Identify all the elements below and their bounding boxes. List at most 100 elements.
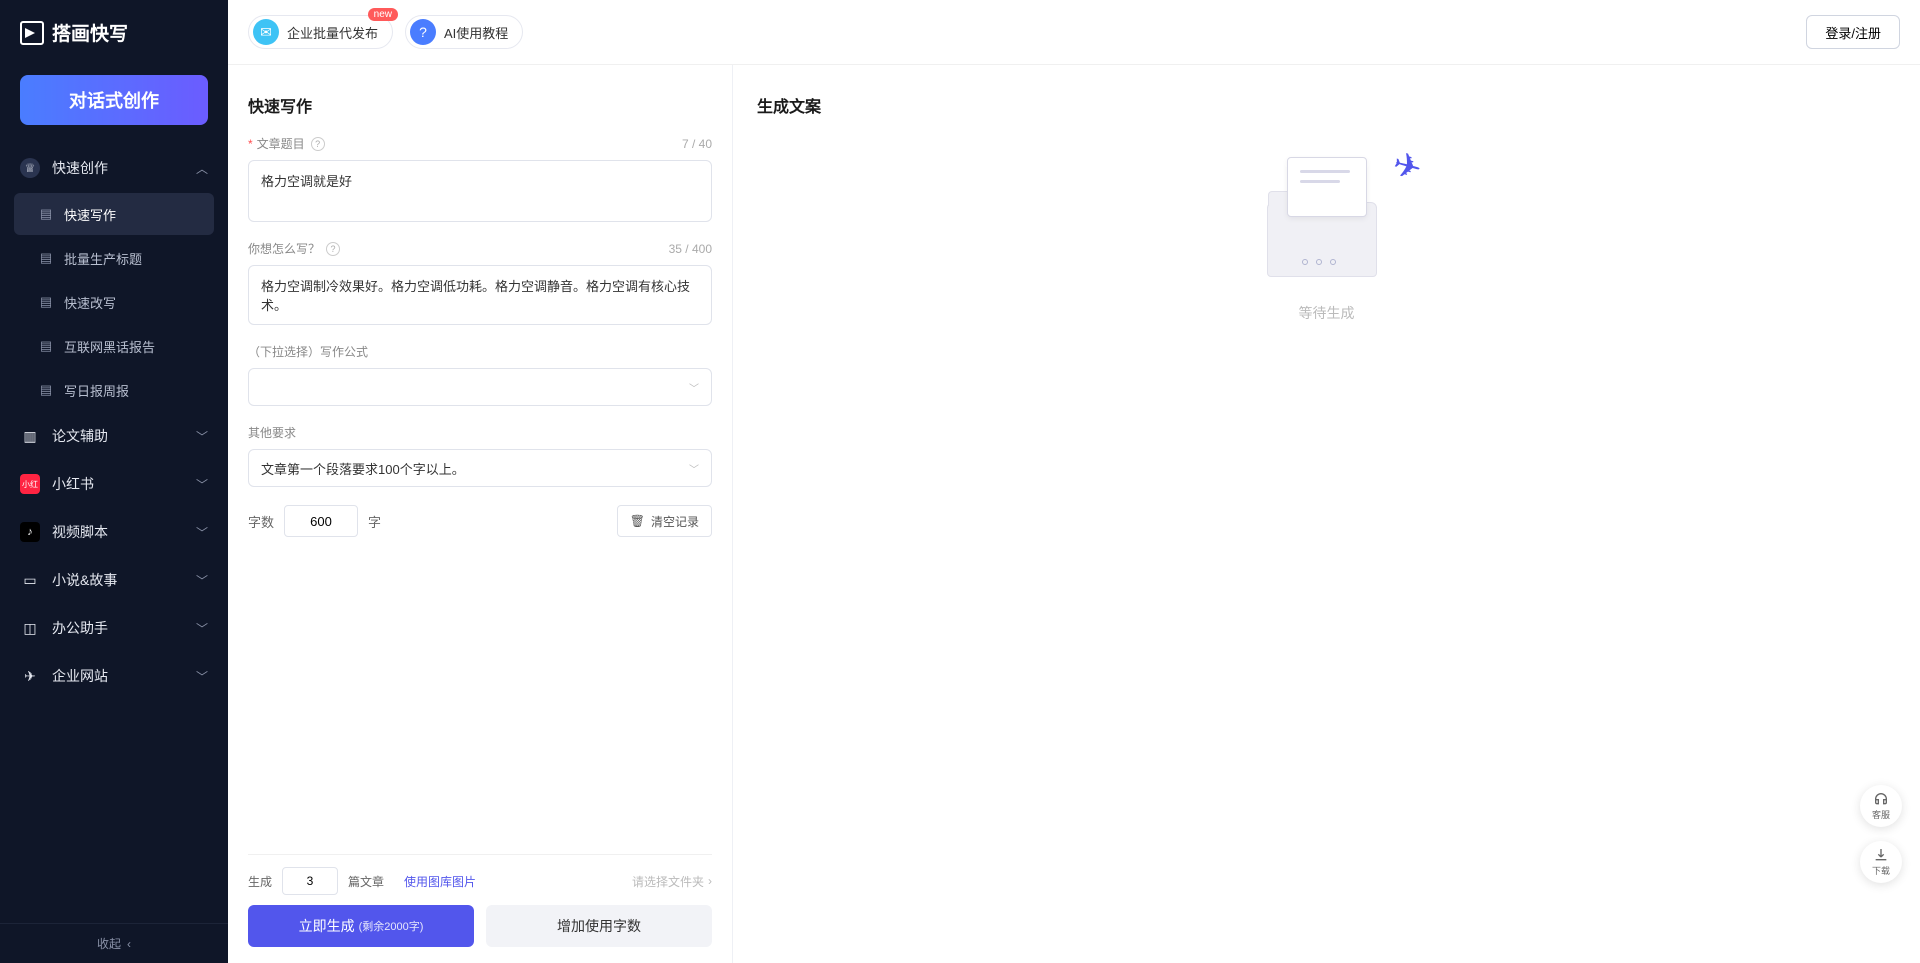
form-title: 快速写作 [248,93,712,117]
how-input[interactable] [248,265,712,325]
nav-item-quick-write[interactable]: ▤ 快速写作 [14,193,214,235]
chevron-down-icon: ﹀ [196,476,208,493]
nav-group-website: ✈ 企业网站 ﹀ [8,653,220,699]
topbar: ✉ 企业批量代发布 new ? AI使用教程 登录/注册 [228,0,1920,65]
nav-group-label: 小红书 [52,474,94,494]
nav-item-rewrite[interactable]: ▤ 快速改写 [14,281,214,323]
customer-service-button[interactable]: 客服 [1860,785,1902,827]
chevron-down-icon: ﹀ [196,572,208,589]
chevron-down-icon: ﹀ [196,668,208,685]
nav-group-label: 论文辅助 [52,426,108,446]
empty-illustration: ✈ [1252,157,1402,287]
doc-icon: ▤ [38,338,54,354]
collapse-sidebar-button[interactable]: 收起 ‹ [0,923,228,963]
nav-group-office: ◫ 办公助手 ﹀ [8,605,220,651]
sidebar: 搭画快写 对话式创作 ♕ 快速创作 ︿ ▤ 快速写作 ▤ 批量生产 [0,0,228,963]
nav-group-header-quick[interactable]: ♕ 快速创作 ︿ [8,145,220,191]
generate-button[interactable]: 立即生成 (剩余2000字) [248,905,474,947]
pill-label: 企业批量代发布 [287,23,378,42]
generate-options-row: 生成 篇文章 使用图库图片 请选择文件夹 › [248,854,712,895]
question-icon: ? [410,19,436,45]
nav-group-header-novel[interactable]: ▭ 小说&故事 ﹀ [8,557,220,603]
formula-label: （下拉选择）写作公式 [248,343,368,360]
formula-label-row: （下拉选择）写作公式 [248,343,712,360]
new-badge: new [368,8,398,21]
logo-icon [20,21,44,45]
help-icon[interactable]: ? [326,242,340,256]
chevron-down-icon: ﹀ [196,524,208,541]
nav-group-header-website[interactable]: ✈ 企业网站 ﹀ [8,653,220,699]
nav-group-red: 小红 小红书 ﹀ [8,461,220,507]
globe-icon: ✈ [20,666,40,686]
enterprise-publish-button[interactable]: ✉ 企业批量代发布 new [248,15,393,49]
words-unit: 字 [368,512,381,531]
nav-group-header-red[interactable]: 小红 小红书 ﹀ [8,461,220,507]
nav-item-batch-title[interactable]: ▤ 批量生产标题 [14,237,214,279]
topic-counter: 7 / 40 [682,137,712,151]
doc-icon: ▤ [38,382,54,398]
login-button[interactable]: 登录/注册 [1806,15,1900,49]
form-panel: 快速写作 * 文章题目 ? 7 / 40 你想怎么写？ ? 35 / 400 [228,65,733,963]
how-counter: 35 / 400 [669,242,712,256]
chat-icon: ✉ [253,19,279,45]
words-input[interactable] [284,505,358,537]
empty-text: 等待生成 [1299,303,1355,323]
output-panel: 生成文案 ✈ 等待生成 [733,65,1920,963]
clear-records-button[interactable]: 🗑 清空记录 [617,505,712,537]
chevron-down-icon: ﹀ [689,380,699,395]
float-label: 客服 [1872,808,1890,821]
action-row: 立即生成 (剩余2000字) 增加使用字数 [248,905,712,947]
logo-text: 搭画快写 [52,19,128,46]
main: ✉ 企业批量代发布 new ? AI使用教程 登录/注册 快速写作 * 文章题目… [228,0,1920,963]
topic-label: 文章题目 [257,135,305,152]
formula-select[interactable]: ﹀ [248,368,712,406]
topic-input[interactable] [248,160,712,222]
chevron-down-icon: ﹀ [689,461,699,476]
chevron-down-icon: ﹀ [196,428,208,445]
float-label: 下载 [1872,864,1890,877]
ai-tutorial-button[interactable]: ? AI使用教程 [405,15,523,49]
paper-plane-icon: ✈ [1388,144,1426,190]
empty-state: ✈ 等待生成 [757,157,1896,323]
nav-group-label: 办公助手 [52,618,108,638]
generate-sub: (剩余2000字) [359,918,424,934]
book-icon: ▭ [20,570,40,590]
select-folder-button[interactable]: 请选择文件夹 › [632,873,712,890]
nav-group-label: 视频脚本 [52,522,108,542]
nav-item-label: 批量生产标题 [64,249,142,268]
nav-group-thesis: ▥ 论文辅助 ﹀ [8,413,220,459]
nav-item-label: 互联网黑话报告 [64,337,155,356]
nav-item-daily-report[interactable]: ▤ 写日报周报 [14,369,214,411]
download-button[interactable]: 下载 [1860,841,1902,883]
add-words-button[interactable]: 增加使用字数 [486,905,712,947]
nav-group-label: 小说&故事 [52,570,117,590]
headset-icon [1873,791,1889,807]
nav-group-header-office[interactable]: ◫ 办公助手 ﹀ [8,605,220,651]
other-label: 其他要求 [248,424,296,441]
chat-create-button[interactable]: 对话式创作 [20,75,208,125]
nav-group-header-video[interactable]: ♪ 视频脚本 ﹀ [8,509,220,555]
folder-label: 请选择文件夹 [632,873,704,890]
tiktok-icon: ♪ [20,522,40,542]
other-select[interactable]: 文章第一个段落要求100个字以上。 ﹀ [248,449,712,487]
nav-group-video: ♪ 视频脚本 ﹀ [8,509,220,555]
gen-count-input[interactable] [282,867,338,895]
chevron-down-icon: ﹀ [196,620,208,637]
nav-item-jargon-report[interactable]: ▤ 互联网黑话报告 [14,325,214,367]
chevron-left-icon: ‹ [127,937,131,951]
word-count-row: 字数 字 🗑 清空记录 [248,505,712,537]
nav-item-label: 写日报周报 [64,381,129,400]
nav-item-label: 快速写作 [64,205,116,224]
nav-item-label: 快速改写 [64,293,116,312]
use-image-link[interactable]: 使用图库图片 [404,873,476,890]
content: 快速写作 * 文章题目 ? 7 / 40 你想怎么写？ ? 35 / 400 [228,65,1920,963]
generate-label: 立即生成 [299,916,355,936]
doc-icon: ▤ [38,206,54,222]
thesis-icon: ▥ [20,426,40,446]
help-icon[interactable]: ? [311,137,325,151]
doc-icon: ▤ [38,250,54,266]
logo[interactable]: 搭画快写 [0,0,228,65]
nav-group-header-thesis[interactable]: ▥ 论文辅助 ﹀ [8,413,220,459]
crown-icon: ♕ [20,158,40,178]
download-icon [1873,847,1889,863]
